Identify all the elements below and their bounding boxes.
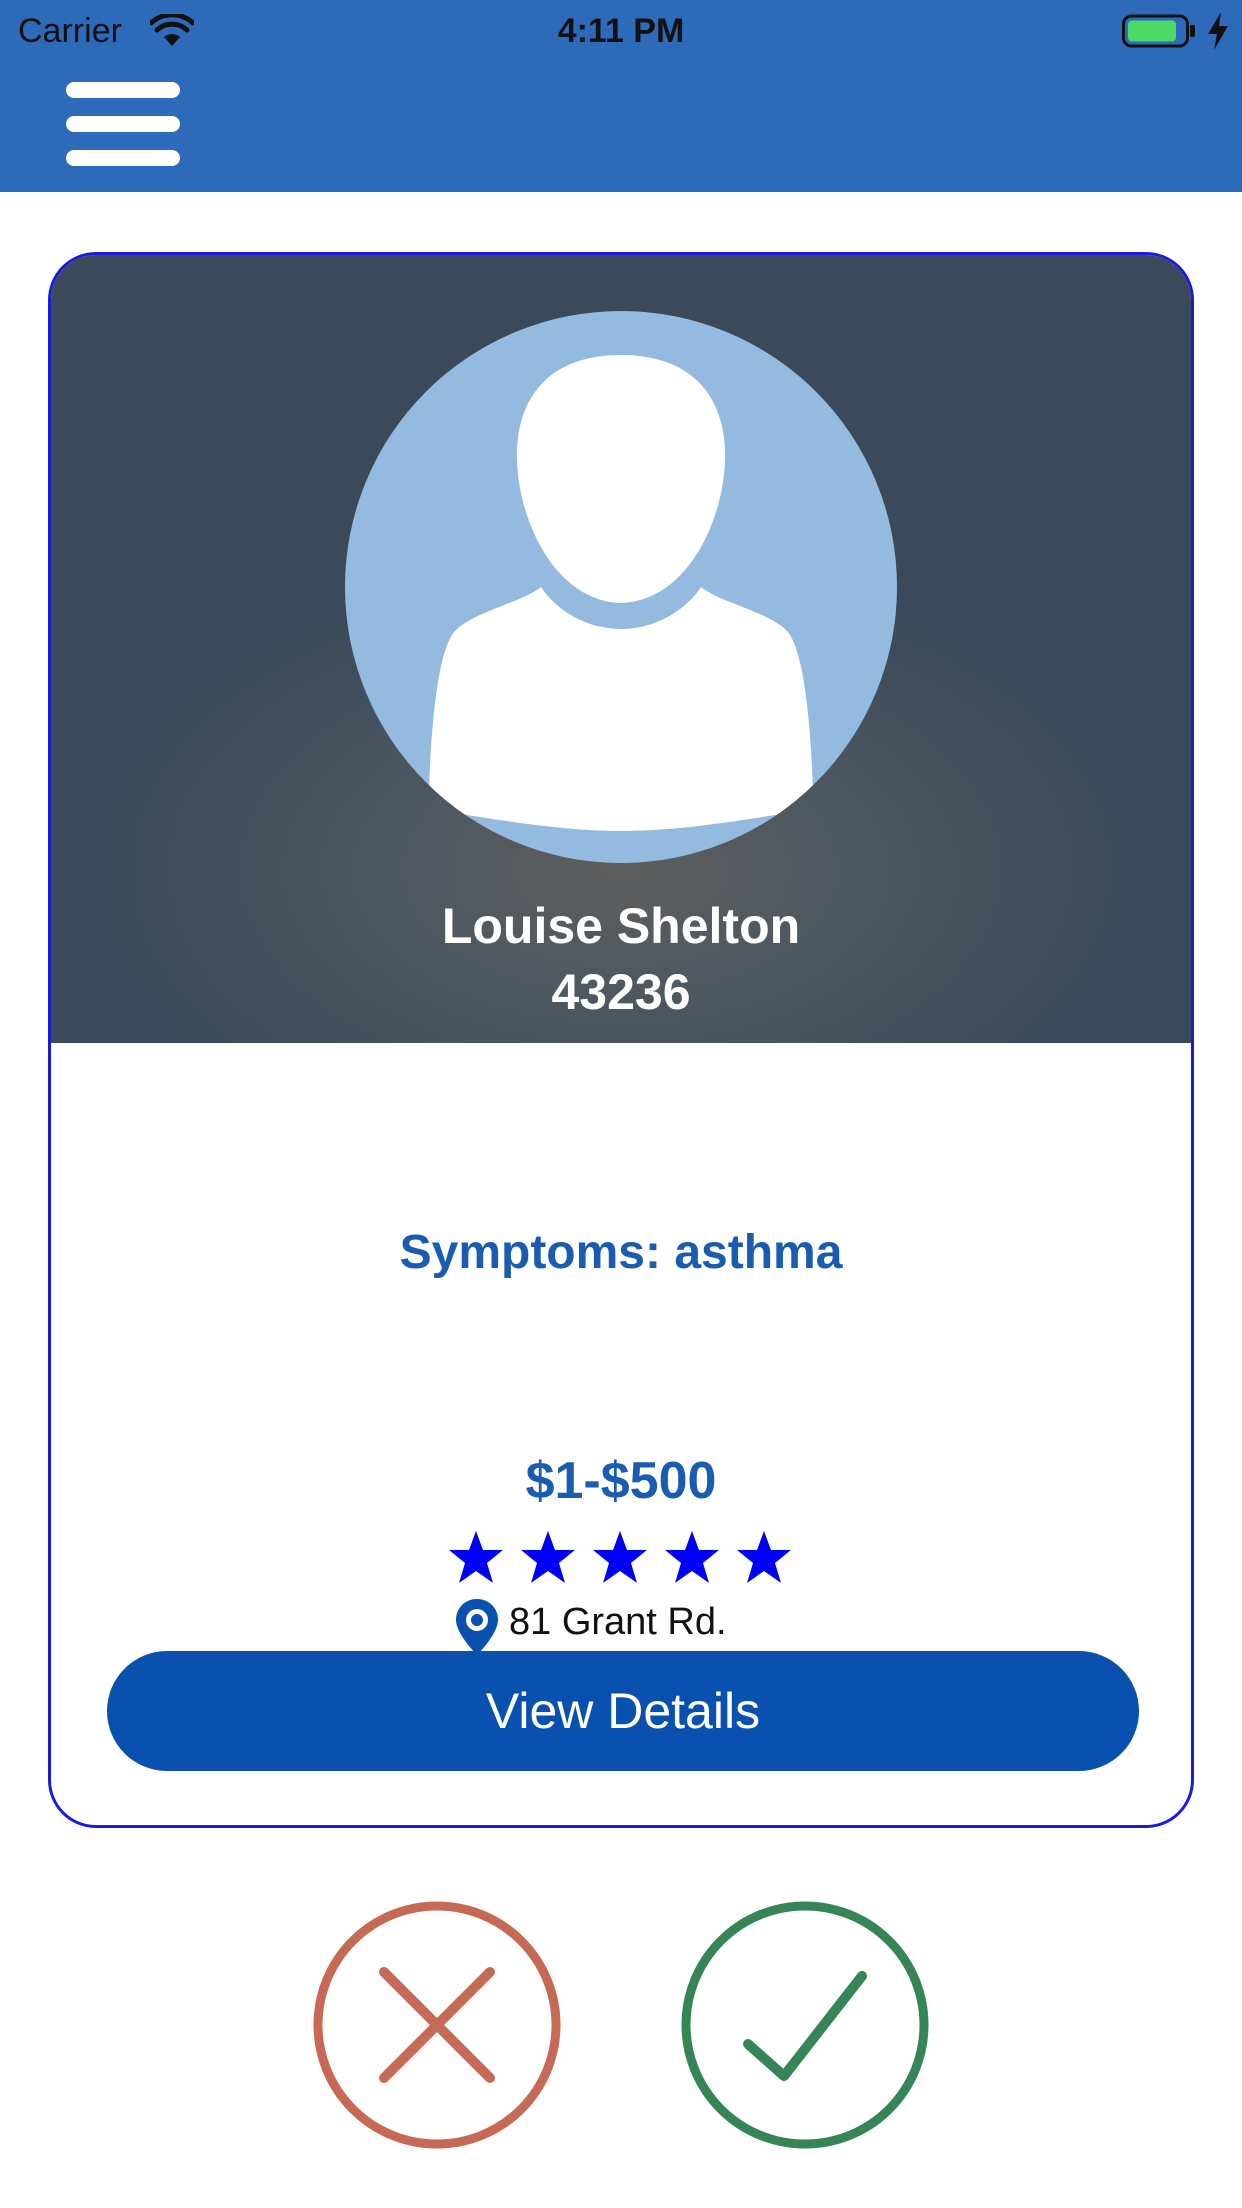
star-icon [521, 1531, 575, 1583]
avatar [345, 311, 897, 863]
star-icon [737, 1531, 791, 1583]
patient-name: Louise Shelton [441, 898, 801, 954]
map-pin-icon [456, 1599, 498, 1655]
reject-button[interactable] [312, 1900, 562, 2150]
checkmark-icon [743, 1971, 867, 2081]
star-icon [593, 1531, 647, 1583]
patient-id: 43236 [551, 964, 691, 1020]
accept-button[interactable] [680, 1900, 930, 2150]
price-range: $1-$500 [525, 1452, 717, 1510]
address-label: 81 Grant Rd. [509, 1601, 727, 1643]
star-icon [449, 1531, 503, 1583]
hamburger-menu-icon[interactable] [66, 82, 180, 166]
card-header: Louise Shelton 43236 [51, 255, 1191, 1043]
top-nav-bar: Carrier 4:11 PM [0, 0, 1242, 192]
close-icon [379, 1967, 495, 2083]
status-time: 4:11 PM [557, 12, 685, 50]
symptoms-label: Symptoms: asthma [399, 1226, 843, 1279]
battery-icon [1122, 14, 1195, 48]
charging-bolt-icon [1208, 12, 1228, 50]
status-bar: Carrier 4:11 PM [0, 0, 1242, 62]
patient-card: Louise Shelton 43236 Symptoms: asthma $1… [48, 252, 1194, 1828]
user-placeholder-icon [429, 355, 813, 831]
star-icon [665, 1531, 719, 1583]
star-rating [447, 1529, 797, 1587]
view-details-button[interactable]: View Details [107, 1651, 1139, 1771]
